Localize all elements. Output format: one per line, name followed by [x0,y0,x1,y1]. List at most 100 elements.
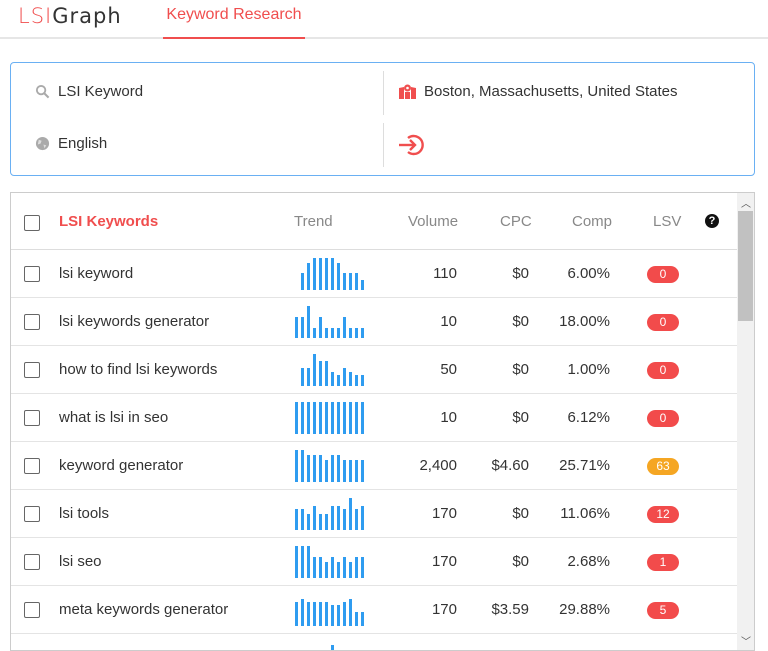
trend-bar [349,273,352,290]
trend-bar [343,273,346,290]
row-checkbox[interactable] [24,410,40,426]
trend-bar [361,611,364,626]
trend-bar [313,328,316,338]
trend-bar [295,450,298,482]
table-row[interactable]: keyword generator 2,400 $4.60 25.71% 63 [11,442,737,490]
row-checkbox[interactable] [24,554,40,570]
row-checkbox[interactable] [24,362,40,378]
row-checkbox[interactable] [24,602,40,618]
trend-bar [343,509,346,530]
keyword-input[interactable]: LSI Keyword [35,83,375,100]
comp-value: 2.68% [567,553,610,570]
keyword-text[interactable]: lsi tools [59,505,109,522]
keyword-text[interactable]: lsi keyword [59,265,133,282]
trend-bar [301,598,304,626]
cpc-value: $0 [512,361,529,378]
comp-value: 6.00% [567,265,610,282]
table-row[interactable]: lsi seo 170 $0 2.68% 1 [11,538,737,586]
help-icon[interactable]: ? [705,214,719,228]
map-marker-icon [399,84,416,99]
row-checkbox[interactable] [24,266,40,282]
volume-value: 170 [431,505,457,522]
table-row[interactable]: lsi keywords generator 10 $0 18.00% 0 [11,298,737,346]
trend-sparkline [295,594,367,626]
trend-bar [301,546,304,578]
col-trend[interactable]: Trend [294,213,333,230]
table-row[interactable]: what is lsi in seo 10 $0 6.12% 0 [11,394,737,442]
trend-bar [301,402,304,434]
lsv-badge: 0 [647,362,679,379]
trend-bar [325,459,328,482]
trend-bar [343,367,346,386]
trend-sparkline [295,258,367,290]
trend-bar [295,402,298,434]
trend-sparkline [295,498,367,530]
trend-sparkline [295,402,367,434]
trend-bar [307,402,310,434]
table-row[interactable]: lsi keyword 110 $0 6.00% 0 [11,250,737,298]
col-volume[interactable]: Volume [408,213,458,230]
keyword-text[interactable]: lsi seo [59,553,102,570]
cpc-value: $0 [512,409,529,426]
trend-bar [355,328,358,338]
trend-sparkline [295,354,367,386]
col-keywords[interactable]: LSI Keywords [59,213,158,230]
trend-bar [349,562,352,578]
row-checkbox[interactable] [24,506,40,522]
row-checkbox[interactable] [24,314,40,330]
trend-bar [307,546,310,578]
keyword-text[interactable]: what is lsi in seo [59,409,168,426]
submit-button[interactable] [399,134,433,156]
trend-bar [301,450,304,482]
scroll-down-icon[interactable]: ﹀ [741,633,751,648]
trend-sparkline [295,306,367,338]
select-all-checkbox[interactable] [24,215,40,231]
trend-bar [319,317,322,338]
scrollbar-thumb[interactable] [738,211,753,321]
logo[interactable]: LSIGraph [18,4,122,28]
trend-bar [343,459,346,482]
keyword-text[interactable]: meta keywords generator [59,601,228,618]
col-lsv[interactable]: LSV [653,213,681,230]
divider [383,123,384,167]
trend-bar [337,605,340,626]
table-row[interactable] [11,634,737,650]
trend-bar [319,557,322,578]
keyword-text[interactable]: how to find lsi keywords [59,361,217,378]
tab-keyword-research[interactable]: Keyword Research [163,0,305,39]
trend-bar [307,454,310,482]
trend-bar [313,557,316,578]
col-cpc[interactable]: CPC [500,213,532,230]
row-checkbox[interactable] [24,458,40,474]
trend-bar [307,602,310,626]
trend-bar [307,306,310,338]
trend-bar [337,454,340,482]
keyword-text[interactable]: keyword generator [59,457,183,474]
col-comp[interactable]: Comp [572,213,612,230]
trend-bar [355,611,358,626]
trend-bar [295,317,298,338]
trend-bar [295,602,298,626]
trend-bar [331,258,334,290]
trend-bar [307,367,310,386]
volume-value: 50 [440,361,457,378]
trend-bar [307,514,310,530]
scrollbar[interactable]: ︿ ﹀ [737,193,754,650]
trend-bar [301,509,304,530]
scroll-up-icon[interactable]: ︿ [741,195,751,210]
table-row[interactable]: meta keywords generator 170 $3.59 29.88%… [11,586,737,634]
volume-value: 10 [440,409,457,426]
location-select[interactable]: Boston, Massachusetts, United States [399,83,739,100]
table-row[interactable]: lsi tools 170 $0 11.06% 12 [11,490,737,538]
table-row[interactable]: how to find lsi keywords 50 $0 1.00% 0 [11,346,737,394]
trend-bar [313,506,316,530]
trend-bar [313,258,316,290]
trend-bar [319,514,322,530]
trend-bar [313,354,316,386]
search-icon [35,84,50,99]
trend-bar [343,557,346,578]
comp-value: 25.71% [559,457,610,474]
trend-bar [325,328,328,338]
language-select[interactable]: English [35,135,375,152]
keyword-text[interactable]: lsi keywords generator [59,313,209,330]
